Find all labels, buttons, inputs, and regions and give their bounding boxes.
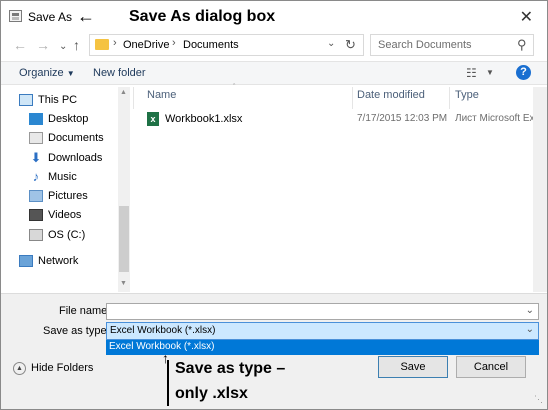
sidebar-item-label: Documents [48, 132, 104, 144]
sidebar-item-documents[interactable]: Documents [29, 129, 104, 147]
breadcrumb-separator-icon: › [113, 37, 117, 49]
scroll-up-icon[interactable]: ▲ [120, 89, 127, 96]
file-name-field[interactable]: ⌄ [106, 303, 539, 320]
sidebar-item-label: Pictures [48, 190, 88, 202]
sort-arrow-icon: ˆ [233, 84, 236, 91]
organize-label: Organize [19, 67, 64, 79]
search-icon[interactable]: ⚲ [517, 37, 527, 53]
file-list-scrollbar[interactable] [533, 87, 547, 292]
address-dropdown-icon[interactable]: ⌄ [327, 38, 335, 49]
sidebar-item-os-c[interactable]: OS (C:) [29, 226, 85, 244]
file-list: Name ˆ Date modified Type x Workbook1.xl… [133, 84, 543, 292]
view-dropdown-icon[interactable]: ▼ [486, 68, 494, 77]
scrollbar-thumb[interactable] [119, 206, 129, 272]
callout-line [167, 360, 169, 406]
toolbar: Organize ▼ New folder ☷ ▼ ? [1, 61, 547, 85]
help-icon[interactable]: ? [516, 65, 531, 80]
column-date-modified[interactable]: Date modified [357, 89, 425, 107]
videos-icon [29, 209, 43, 221]
address-bar[interactable]: › OneDrive › Documents ⌄ ↻ [89, 34, 364, 56]
desktop-icon [29, 113, 43, 125]
column-divider [352, 87, 353, 109]
folder-icon [95, 39, 109, 50]
hide-folders-icon[interactable]: ▲ [13, 362, 26, 375]
left-arrow-icon: ← [77, 6, 95, 26]
save-as-type-value: Excel Workbook (*.xlsx) [110, 325, 216, 336]
recent-locations-icon[interactable]: ⌄ [59, 41, 67, 52]
file-row[interactable]: x Workbook1.xlsx 7/17/2015 12:03 PM Лист… [133, 110, 543, 128]
music-icon: ♪ [32, 169, 40, 184]
bottom-panel: File name: ⌄ Save as type: Excel Workboo… [1, 293, 547, 409]
pictures-icon [29, 190, 43, 202]
title-callout: Save As dialog box [129, 8, 276, 25]
save-as-app-icon [9, 10, 22, 22]
new-folder-button[interactable]: New folder [93, 67, 146, 79]
sidebar-item-network[interactable]: Network [19, 252, 78, 270]
sidebar-item-downloads[interactable]: ⬇ Downloads [29, 149, 103, 167]
up-arrow-icon[interactable]: ↑ [73, 37, 80, 53]
column-divider [449, 87, 450, 109]
refresh-icon[interactable]: ↻ [345, 37, 356, 53]
chevron-down-icon: ⌄ [525, 324, 534, 335]
sidebar-item-videos[interactable]: Videos [29, 206, 81, 224]
close-icon[interactable]: ✕ [520, 7, 533, 27]
excel-file-icon: x [147, 112, 159, 126]
computer-icon [19, 94, 33, 106]
file-type: Лист Microsoft Ex... [455, 113, 543, 124]
sidebar-item-label: Music [48, 171, 77, 183]
back-arrow-icon[interactable]: ← [13, 37, 27, 53]
column-name[interactable]: Name [147, 89, 176, 107]
sidebar-item-label: Downloads [48, 152, 103, 164]
network-icon [19, 255, 33, 267]
column-type[interactable]: Type [455, 89, 479, 107]
sidebar-item-label: Network [38, 255, 79, 267]
documents-icon [29, 132, 43, 144]
scroll-down-icon[interactable]: ▼ [120, 280, 127, 287]
breadcrumb-documents[interactable]: Documents [183, 39, 239, 51]
forward-arrow-icon[interactable]: → [36, 37, 50, 53]
save-as-dialog: Save As ← Save As dialog box ✕ ← → ⌄ ↑ ›… [0, 0, 548, 410]
breadcrumb-separator-icon: › [172, 37, 176, 49]
file-name-label: File name: [59, 305, 111, 317]
sidebar-item-desktop[interactable]: Desktop [29, 110, 88, 128]
column-divider [133, 87, 134, 109]
organize-button[interactable]: Organize ▼ [19, 67, 75, 79]
chevron-down-icon: ▼ [66, 69, 75, 78]
window-title: Save As [28, 10, 73, 24]
downloads-icon: ⬇ [30, 150, 42, 165]
drive-icon [29, 229, 43, 241]
sidebar-item-this-pc[interactable]: This PC [19, 91, 77, 109]
type-callout-line-2: only .xlsx [175, 385, 248, 402]
chevron-down-icon: ⌄ [525, 305, 534, 316]
title-bar: Save As ← Save As dialog box ✕ [1, 1, 547, 32]
save-button[interactable]: Save [378, 356, 448, 378]
search-input[interactable]: Search Documents [378, 39, 472, 51]
resize-grip-icon[interactable]: ⋱ [534, 394, 543, 405]
file-name: Workbook1.xlsx [165, 113, 243, 125]
type-callout-line-1: Save as type – [175, 360, 286, 377]
cancel-button[interactable]: Cancel [456, 356, 526, 378]
sidebar-item-label: OS (C:) [48, 229, 86, 241]
save-as-type-label: Save as type: [43, 325, 110, 337]
hide-folders-button[interactable]: Hide Folders [31, 362, 93, 374]
sidebar-item-label: This PC [38, 94, 78, 106]
save-as-type-select[interactable]: Excel Workbook (*.xlsx) ⌄ [106, 322, 539, 340]
sidebar-item-label: Desktop [48, 113, 89, 125]
search-box[interactable]: Search Documents ⚲ [370, 34, 534, 56]
save-as-type-dropdown-option[interactable]: Excel Workbook (*.xlsx) [106, 340, 539, 355]
navigation-pane: This PC Desktop Documents ⬇ Downloads ♪ … [11, 87, 129, 291]
sidebar-item-label: Videos [48, 209, 82, 221]
file-date: 7/17/2015 12:03 PM [357, 113, 448, 124]
sidebar-item-music[interactable]: ♪ Music [29, 168, 77, 186]
sidebar-item-pictures[interactable]: Pictures [29, 187, 88, 205]
breadcrumb-onedrive[interactable]: OneDrive [123, 39, 169, 51]
view-options-icon[interactable]: ☷ [466, 66, 477, 80]
